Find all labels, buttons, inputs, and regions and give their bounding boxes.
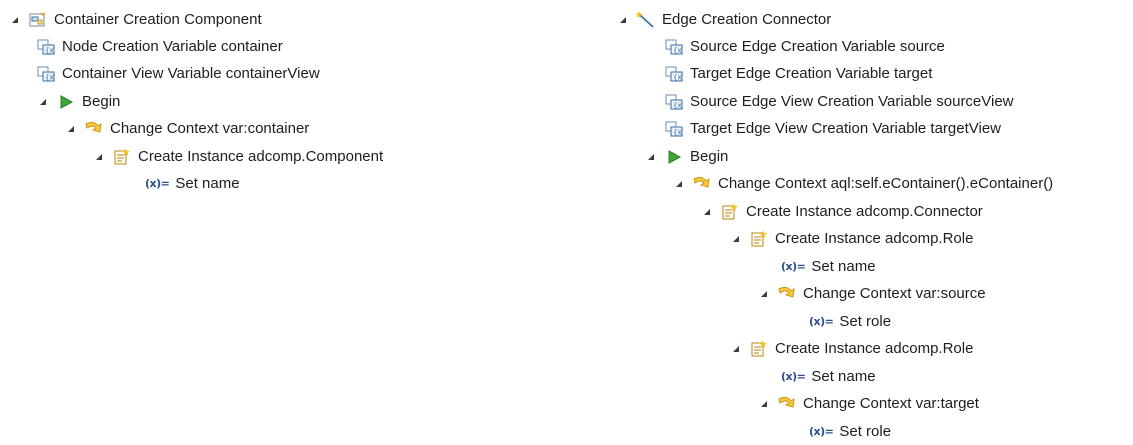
tree-node-target-edge-view-variable[interactable]: {x} Target Edge View Creation Variable t… [664, 115, 1001, 142]
tree-node-node-creation-variable[interactable]: {x} Node Creation Variable container [36, 33, 283, 60]
variable-icon: {x} [36, 38, 56, 56]
tree-node-label: Container Creation Component [54, 10, 262, 28]
variable-icon: {x} [664, 38, 684, 56]
tree-node-label: Edge Creation Connector [662, 10, 832, 28]
tree-node-label: Set name [811, 257, 876, 275]
create-instance-icon [112, 147, 132, 166]
change-context-icon [777, 395, 797, 413]
svg-text:{x}: {x} [673, 128, 683, 136]
tree-node-label: Set role [839, 312, 892, 330]
expanded-twisty-icon[interactable] [36, 94, 50, 110]
tree-node-label: Create Instance adcomp.Component [138, 147, 384, 165]
tree-node-label: Set name [811, 367, 876, 385]
tree-node-container-creation[interactable]: Container Creation Component [8, 6, 262, 33]
tree-node-begin[interactable]: Begin [36, 88, 120, 115]
expanded-twisty-icon[interactable] [64, 121, 78, 137]
tree-node-label: Target Edge Creation Variable target [690, 64, 933, 82]
expanded-twisty-icon[interactable] [757, 396, 771, 412]
tree-node-label: Change Context aql:self.eContainer().eCo… [718, 174, 1054, 192]
change-context-icon [692, 175, 712, 193]
tree-node-create-connector[interactable]: Create Instance adcomp.Connector [700, 198, 983, 225]
tree-node-label: Begin [82, 92, 121, 110]
create-instance-icon [749, 229, 769, 248]
expanded-twisty-icon[interactable] [700, 204, 714, 220]
tree-node-label: Change Context var:target [803, 394, 979, 412]
set-value-icon: (x)= [781, 370, 806, 383]
set-value-icon: (x)= [809, 315, 834, 328]
begin-play-icon [56, 93, 76, 111]
set-value-icon: (x)= [145, 177, 170, 190]
tree-node-change-context-econtainer[interactable]: Change Context aql:self.eContainer().eCo… [672, 170, 1053, 197]
edge-creation-icon [636, 10, 656, 29]
expanded-twisty-icon[interactable] [616, 12, 630, 28]
svg-text:{x}: {x} [673, 101, 683, 109]
tree-node-change-context[interactable]: Change Context var:container [64, 115, 309, 142]
svg-text:{x}: {x} [673, 73, 683, 81]
svg-text:{x}: {x} [45, 73, 55, 81]
change-context-icon [777, 285, 797, 303]
tree-node-label: Target Edge View Creation Variable targe… [690, 119, 1002, 137]
tree-node-label: Node Creation Variable container [62, 37, 283, 55]
container-creation-icon [28, 11, 48, 29]
expanded-twisty-icon[interactable] [729, 341, 743, 357]
variable-icon: {x} [664, 93, 684, 111]
tree-node-create-role-2[interactable]: Create Instance adcomp.Role [729, 335, 973, 362]
set-value-icon: (x)= [781, 260, 806, 273]
expanded-twisty-icon[interactable] [644, 149, 658, 165]
tree-node-set-name[interactable]: (x)= Set name [145, 170, 240, 197]
create-instance-icon [749, 339, 769, 358]
tree-node-source-edge-variable[interactable]: {x} Source Edge Creation Variable source [664, 33, 945, 60]
expanded-twisty-icon[interactable] [757, 286, 771, 302]
tree-node-set-name-2[interactable]: (x)= Set name [781, 363, 876, 390]
tree-node-label: Create Instance adcomp.Role [775, 229, 974, 247]
tree-node-set-name-1[interactable]: (x)= Set name [781, 253, 876, 280]
change-context-icon [84, 120, 104, 138]
tree-node-set-role-2[interactable]: (x)= Set role [809, 418, 891, 445]
tree-node-label: Begin [690, 147, 729, 165]
tree-node-set-role-1[interactable]: (x)= Set role [809, 308, 891, 335]
variable-icon: {x} [664, 65, 684, 83]
expanded-twisty-icon[interactable] [672, 176, 686, 192]
variable-icon: {x} [36, 65, 56, 83]
create-instance-icon [720, 202, 740, 221]
tree-node-create-role-1[interactable]: Create Instance adcomp.Role [729, 225, 973, 252]
variable-icon: {x} [664, 120, 684, 138]
tree-node-label: Container View Variable containerView [62, 64, 320, 82]
tree-node-source-edge-view-variable[interactable]: {x} Source Edge View Creation Variable s… [664, 88, 1014, 115]
tree-node-create-instance[interactable]: Create Instance adcomp.Component [92, 143, 383, 170]
begin-play-icon [664, 148, 684, 166]
tree-node-label: Source Edge Creation Variable source [690, 37, 945, 55]
tree-node-target-edge-variable[interactable]: {x} Target Edge Creation Variable target [664, 60, 932, 87]
svg-text:{x}: {x} [673, 46, 683, 54]
tree-node-begin[interactable]: Begin [644, 143, 728, 170]
tree-node-label: Create Instance adcomp.Connector [746, 202, 983, 220]
tree-node-label: Set role [839, 422, 892, 440]
tree-node-container-view-variable[interactable]: {x} Container View Variable containerVie… [36, 60, 320, 87]
tree-node-change-context-target[interactable]: Change Context var:target [757, 390, 979, 417]
expanded-twisty-icon[interactable] [92, 149, 106, 165]
expanded-twisty-icon[interactable] [729, 231, 743, 247]
tree-node-label: Set name [175, 174, 240, 192]
expanded-twisty-icon[interactable] [8, 12, 22, 28]
svg-text:{x}: {x} [45, 46, 55, 54]
set-value-icon: (x)= [809, 425, 834, 438]
tree-node-change-context-source[interactable]: Change Context var:source [757, 280, 986, 307]
tree-node-label: Change Context var:source [803, 284, 986, 302]
tree-node-label: Create Instance adcomp.Role [775, 339, 974, 357]
tree-node-label: Source Edge View Creation Variable sourc… [690, 92, 1014, 110]
tree-node-edge-creation[interactable]: Edge Creation Connector [616, 6, 831, 33]
tree-node-label: Change Context var:container [110, 119, 310, 137]
